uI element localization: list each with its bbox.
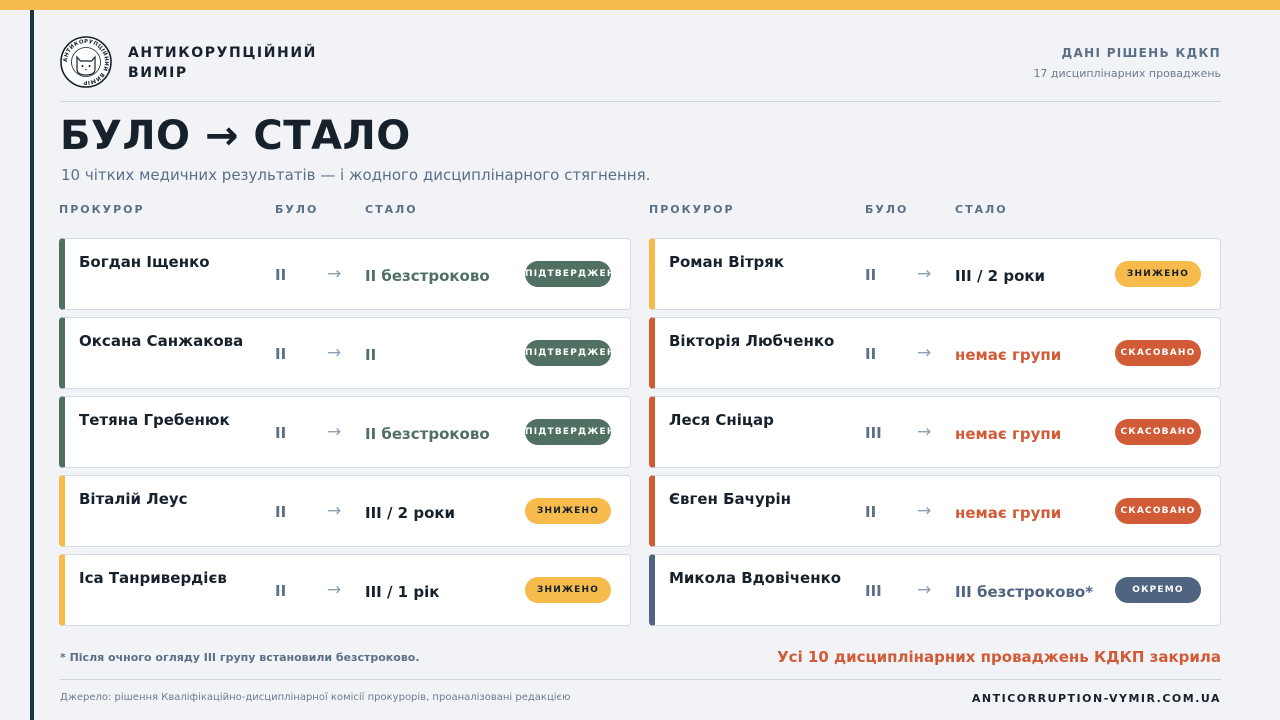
- left-column: ПРОКУРОР БУЛО СТАЛО Богдан Іщенко II → I…: [59, 203, 631, 626]
- group-after: немає групи: [955, 425, 1062, 443]
- prosecutor-name: Віталій Леус: [79, 490, 188, 508]
- prosecutor-card: Іса Танривердієв II → III / 1 рік ЗНИЖЕН…: [59, 554, 631, 626]
- status-badge: ЗНИЖЕНО: [1115, 261, 1201, 287]
- prosecutor-card: Микола Вдовіченко III → III безстроково*…: [649, 554, 1221, 626]
- brand-line-1: АНТИКОРУПЦІЙНИЙ: [128, 45, 317, 61]
- group-before: III: [865, 582, 882, 600]
- group-before: II: [275, 424, 287, 442]
- group-before: II: [275, 266, 287, 284]
- group-after: III / 2 роки: [955, 267, 1046, 285]
- status-badge: ПІДТВЕРДЖЕНО: [525, 261, 611, 287]
- status-badge: ПІДТВЕРДЖЕНО: [525, 340, 611, 366]
- data-source-subtitle: 17 дисциплінарних проваджень: [1033, 67, 1221, 80]
- top-accent-bar: [0, 0, 1280, 10]
- col-header-name: ПРОКУРОР: [59, 203, 145, 216]
- group-before: II: [865, 345, 877, 363]
- page-title: БУЛО → СТАЛО: [60, 113, 411, 159]
- col-header-after: СТАЛО: [955, 203, 1008, 216]
- left-rule: [30, 10, 34, 720]
- prosecutor-name: Євген Бачурін: [669, 490, 791, 508]
- prosecutor-card: Леся Сніцар III → немає групи СКАСОВАНО: [649, 396, 1221, 468]
- col-header-before: БУЛО: [865, 203, 909, 216]
- status-badge: ПІДТВЕРДЖЕНО: [525, 419, 611, 445]
- page-subtitle: 10 чітких медичних результатів — і жодно…: [61, 166, 651, 184]
- arrow-icon: →: [917, 501, 932, 521]
- summary-callout: Усі 10 дисциплінарних проваджень КДКП за…: [777, 648, 1221, 666]
- prosecutor-name: Богдан Іщенко: [79, 253, 210, 271]
- status-badge: ЗНИЖЕНО: [525, 577, 611, 603]
- prosecutor-card: Віталій Леус II → III / 2 роки ЗНИЖЕНО: [59, 475, 631, 547]
- right-column: ПРОКУРОР БУЛО СТАЛО Роман Вітряк II → II…: [649, 203, 1221, 626]
- brand-line-2: ВИМІР: [128, 65, 188, 81]
- arrow-icon: →: [327, 264, 342, 284]
- prosecutor-name: Леся Сніцар: [669, 411, 774, 429]
- group-before: II: [275, 503, 287, 521]
- prosecutor-card: Богдан Іщенко II → II безстроково ПІДТВЕ…: [59, 238, 631, 310]
- status-badge: ОКРЕМО: [1115, 577, 1201, 603]
- arrow-icon: →: [327, 422, 342, 442]
- prosecutor-card: Роман Вітряк II → III / 2 роки ЗНИЖЕНО: [649, 238, 1221, 310]
- group-after: III / 2 роки: [365, 504, 456, 522]
- arrow-icon: →: [327, 501, 342, 521]
- status-badge: ЗНИЖЕНО: [525, 498, 611, 524]
- arrow-icon: →: [917, 343, 932, 363]
- arrow-icon: →: [917, 264, 932, 284]
- arrow-icon: →: [327, 580, 342, 600]
- footnote: * Після очного огляду III групу встанови…: [60, 651, 420, 664]
- group-after: III / 1 рік: [365, 583, 440, 601]
- brand-name: АНТИКОРУПЦІЙНИЙ ВИМІР: [128, 43, 317, 83]
- source-note: Джерело: рішення Кваліфікаційно-дисциплі…: [60, 692, 571, 703]
- col-header-before: БУЛО: [275, 203, 319, 216]
- prosecutor-name: Вікторія Любченко: [669, 332, 835, 350]
- cat-logo-icon: АНТИКОРУПЦІЙНИЙ ВИМІР: [60, 36, 112, 88]
- footer-divider: [60, 679, 1221, 680]
- status-badge: СКАСОВАНО: [1115, 340, 1201, 366]
- status-badge: СКАСОВАНО: [1115, 419, 1201, 445]
- data-source-title: ДАНІ РІШЕНЬ КДКП: [1061, 46, 1221, 60]
- arrow-icon: →: [327, 343, 342, 363]
- group-after: II безстроково: [365, 425, 490, 443]
- group-after: немає групи: [955, 504, 1062, 522]
- status-badge: СКАСОВАНО: [1115, 498, 1201, 524]
- header: АНТИКОРУПЦІЙНИЙ ВИМІР АНТИКОРУПЦІЙНИЙ ВИ…: [60, 34, 1221, 102]
- prosecutor-name: Іса Танривердієв: [79, 569, 227, 587]
- prosecutor-card: Вікторія Любченко II → немає групи СКАСО…: [649, 317, 1221, 389]
- arrow-icon: →: [917, 580, 932, 600]
- prosecutor-card: Оксана Санжакова II → II ПІДТВЕРДЖЕНО: [59, 317, 631, 389]
- right-column-header: ПРОКУРОР БУЛО СТАЛО: [649, 203, 1221, 217]
- group-before: II: [865, 503, 877, 521]
- prosecutor-name: Тетяна Гребенюк: [79, 411, 230, 429]
- col-header-after: СТАЛО: [365, 203, 418, 216]
- site-link[interactable]: ANTICORRUPTION-VYMIR.COM.UA: [972, 692, 1221, 705]
- col-header-name: ПРОКУРОР: [649, 203, 735, 216]
- prosecutor-name: Микола Вдовіченко: [669, 569, 842, 587]
- group-after: немає групи: [955, 346, 1062, 364]
- group-before: II: [865, 266, 877, 284]
- group-after: III безстроково*: [955, 583, 1094, 601]
- prosecutor-card: Тетяна Гребенюк II → II безстроково ПІДТ…: [59, 396, 631, 468]
- arrow-icon: →: [917, 422, 932, 442]
- left-column-header: ПРОКУРОР БУЛО СТАЛО: [59, 203, 631, 217]
- prosecutor-name: Оксана Санжакова: [79, 332, 244, 350]
- group-after: II безстроково: [365, 267, 490, 285]
- group-before: III: [865, 424, 882, 442]
- group-after: II: [365, 346, 377, 364]
- group-before: II: [275, 582, 287, 600]
- prosecutor-name: Роман Вітряк: [669, 253, 785, 271]
- group-before: II: [275, 345, 287, 363]
- prosecutor-card: Євген Бачурін II → немає групи СКАСОВАНО: [649, 475, 1221, 547]
